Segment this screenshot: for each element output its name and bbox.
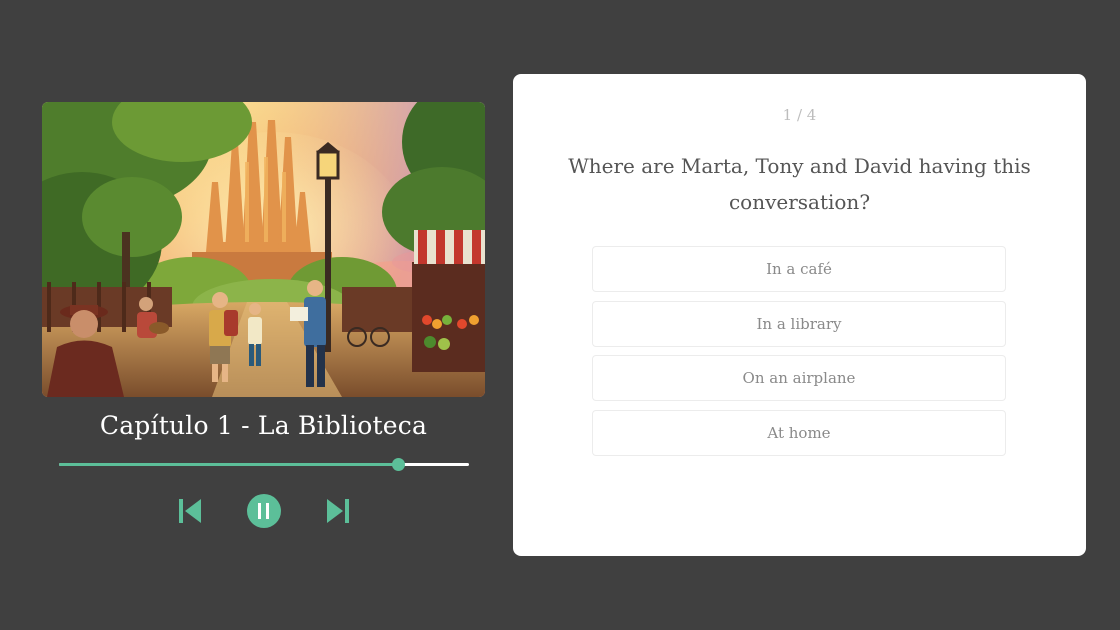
answer-option-airplane[interactable]: On an airplane <box>592 355 1006 401</box>
answer-options: In a café In a library On an airplane At… <box>592 246 1006 464</box>
previous-track-button[interactable] <box>178 498 203 524</box>
skip-next-icon <box>326 499 349 523</box>
answer-option-home[interactable]: At home <box>592 409 1006 456</box>
chapter-title: Capítulo 1 - La Biblioteca <box>99 411 428 440</box>
playback-controls <box>42 494 485 528</box>
chapter-cover-image <box>42 102 485 397</box>
progress-knob[interactable] <box>391 458 405 471</box>
audio-player: Capítulo 1 - La Biblioteca <box>42 102 485 528</box>
quiz-question: Where are Marta, Tony and David having t… <box>568 154 1031 214</box>
pause-icon <box>257 503 269 519</box>
question-counter: 1 / 4 <box>782 106 817 124</box>
quiz-card: 1 / 4 Where are Marta, Tony and David ha… <box>513 74 1086 556</box>
next-track-button[interactable] <box>325 498 349 524</box>
answer-option-library[interactable]: In a library <box>592 300 1006 347</box>
progress-fill <box>58 463 398 466</box>
answer-option-cafe[interactable]: In a café <box>592 246 1006 292</box>
pause-button[interactable] <box>246 494 281 528</box>
skip-previous-icon <box>178 499 201 523</box>
playback-progress-bar[interactable] <box>58 458 469 472</box>
